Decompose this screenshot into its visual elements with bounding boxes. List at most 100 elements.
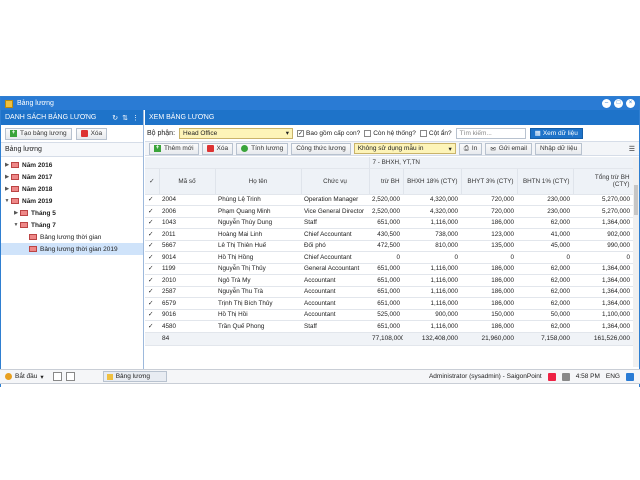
expand-right-icon[interactable]: ▶	[3, 174, 11, 180]
language-indicator[interactable]: ENG	[606, 373, 620, 380]
start-icon	[5, 373, 12, 380]
tree-item[interactable]: ▶ Tháng 5	[1, 207, 143, 219]
row-checkbox[interactable]: ✓	[145, 309, 159, 321]
include-sub-checkbox[interactable]: ✓ Bao gồm cấp con?	[297, 129, 361, 137]
create-payroll-button[interactable]: + Tạo bảng lương	[5, 127, 72, 140]
view-data-button[interactable]: ▦ Xem dữ liệu	[529, 127, 583, 139]
add-new-button[interactable]: + Thêm mới	[149, 142, 199, 155]
row-checkbox[interactable]: ✓	[145, 274, 159, 287]
delete-payroll-button[interactable]: Xóa	[75, 127, 108, 140]
print-button[interactable]: ⎙ In	[458, 142, 483, 155]
row-checkbox[interactable]: ✓	[145, 194, 159, 206]
table-row[interactable]: ✓ 1199 Nguyễn Thị Thủy General Accountant 65…	[145, 263, 634, 275]
table-row[interactable]: ✓ 9016 Hồ Thị Hồi Accountant 525,000 900,000 1…	[145, 309, 634, 321]
table-row[interactable]: ✓ 2587 Nguyễn Thu Trà Accountant 651,000 1,11…	[145, 286, 634, 298]
column-header[interactable]: Tổng trừ BH (CTY)	[573, 168, 634, 195]
column-header[interactable]: BHXH 18% (CTY)	[403, 168, 462, 195]
column-header[interactable]: trừ BH	[369, 168, 404, 195]
cell-bh: 651,000	[369, 217, 403, 229]
cell-bhyt: 0	[461, 251, 517, 264]
cell-bh: 651,000	[369, 263, 403, 275]
notification-icon[interactable]	[547, 372, 556, 381]
row-checkbox[interactable]: ✓	[145, 320, 159, 333]
tree-item[interactable]: ▼ Tháng 7	[1, 219, 143, 231]
cell-name: Hoàng Mai Linh	[215, 228, 301, 241]
scroll-thumb[interactable]	[634, 185, 638, 215]
folder-icon	[11, 162, 19, 168]
cell-bhyt: 186,000	[461, 274, 517, 287]
row-checkbox[interactable]: ✓	[145, 205, 159, 218]
expand-down-icon[interactable]: ▼	[3, 198, 11, 204]
expand-down-icon[interactable]: ▼	[12, 222, 20, 228]
expand-right-icon[interactable]: ▶	[3, 186, 11, 192]
select-all-checkbox[interactable]: ✓	[145, 168, 160, 195]
table-row[interactable]: ✓ 5667 Lê Thị Thiên Huế Đối phó 472,500 810,0…	[145, 240, 634, 252]
task-payroll[interactable]: Bảng lương	[102, 371, 167, 382]
sort-icon[interactable]: ⇅	[122, 114, 128, 122]
start-button[interactable]: Bắt đầu ▾	[0, 373, 49, 381]
cell-bhtn: 62,000	[517, 274, 573, 287]
row-checkbox[interactable]: ✓	[145, 217, 159, 229]
tree-item[interactable]: Bảng lương thời gian	[1, 231, 143, 243]
vertical-scrollbar[interactable]	[633, 157, 639, 367]
calculate-salary-button[interactable]: Tính lương	[236, 142, 289, 155]
row-checkbox[interactable]: ✓	[145, 228, 159, 241]
printer-icon: ⎙	[463, 144, 469, 152]
more-icon[interactable]: ⋮	[132, 114, 139, 122]
tree-item[interactable]: Bảng lương thời gian 2019	[1, 243, 143, 255]
cell-name: Trần Quế Phong	[215, 320, 301, 333]
hidden-columns-checkbox[interactable]: Cột ẩn?	[419, 129, 452, 137]
summary-spacer	[301, 332, 369, 346]
tree-item[interactable]: ▶ Năm 2018	[1, 183, 143, 195]
row-checkbox[interactable]: ✓	[145, 263, 159, 275]
window-icon[interactable]	[65, 372, 75, 381]
table-row[interactable]: ✓ 2010 Ngô Trà My Accountant 651,000 1,116,00…	[145, 274, 634, 287]
tree-item[interactable]: ▼ Năm 2019	[1, 195, 143, 207]
expand-right-icon[interactable]: ▶	[3, 162, 11, 168]
cell-bhtn: 50,000	[517, 309, 573, 321]
table-row[interactable]: ✓ 1043 Nguyễn Thùy Dung Staff 651,000 1,116,0…	[145, 217, 634, 229]
table-row[interactable]: ✓ 6579 Trịnh Thị Bích Thủy Accountant 651,00…	[145, 297, 634, 310]
cell-bhtn: 62,000	[517, 297, 573, 310]
table-row[interactable]: ✓ 2006 Phạm Quang Minh Vice General Directo…	[145, 205, 634, 218]
cell-bhxh: 0	[403, 251, 461, 264]
column-header[interactable]: Họ tên	[215, 168, 302, 195]
table-row[interactable]: ✓ 9014 Hồ Thị Hồng Chief Accountant 0 0 0 0 0	[145, 251, 634, 264]
panel-header: DANH SÁCH BẢNG LƯƠNG ↻ ⇅ ⋮	[1, 110, 143, 125]
active-checkbox[interactable]: Còn hệ thống?	[364, 129, 416, 137]
column-header[interactable]: BHTN 1% (CTY)	[517, 168, 574, 195]
table-row[interactable]: ✓ 2004 Phùng Lệ Trinh Operation Manager 2,52…	[145, 194, 634, 206]
speaker-icon[interactable]	[561, 372, 570, 381]
column-header[interactable]: Chức vụ	[301, 168, 370, 195]
column-header[interactable]: BHYT 3% (CTY)	[461, 168, 518, 195]
table-row[interactable]: ✓ 4580 Trần Quế Phong Staff 651,000 1,116,000…	[145, 320, 634, 333]
department-select[interactable]: Head Office ▾	[179, 127, 294, 139]
tree-item[interactable]: ▶ Năm 2016	[1, 159, 143, 171]
table-row[interactable]: ✓ 2011 Hoàng Mai Linh Chief Accountant 430,5…	[145, 228, 634, 241]
delete-button[interactable]: Xóa	[201, 142, 234, 155]
include-sub-label: Bao gồm cấp con?	[306, 129, 361, 137]
import-data-button[interactable]: Nhập dữ liệu	[534, 142, 583, 155]
search-input[interactable]: Tìm kiếm...	[455, 127, 526, 139]
salary-formula-button[interactable]: Công thức lương	[291, 142, 351, 155]
row-checkbox[interactable]: ✓	[145, 286, 159, 298]
close-icon[interactable]: ×	[626, 99, 635, 108]
row-checkbox[interactable]: ✓	[145, 240, 159, 252]
minimize-icon[interactable]: –	[602, 99, 611, 108]
print-template-select[interactable]: Không sử dụng mẫu in ▾	[353, 143, 456, 154]
folder-icon	[29, 246, 37, 252]
desktop-icon[interactable]	[626, 372, 634, 381]
row-checkbox[interactable]: ✓	[145, 251, 159, 264]
tree-item[interactable]: ▶ Năm 2017	[1, 171, 143, 183]
cell-code: 2010	[159, 274, 215, 287]
maximize-icon[interactable]: □	[614, 99, 623, 108]
column-header[interactable]: Mã số	[159, 168, 216, 195]
menu-icon[interactable]: ☰	[629, 145, 635, 153]
refresh-icon[interactable]: ↻	[112, 114, 118, 122]
expand-right-icon[interactable]: ▶	[12, 210, 20, 216]
clock: 4:58 PM	[575, 373, 600, 380]
window-icon[interactable]	[52, 372, 62, 381]
cell-name: Hồ Thị Hồi	[215, 309, 301, 321]
send-email-button[interactable]: ✉ Gửi email	[485, 142, 532, 155]
row-checkbox[interactable]: ✓	[145, 297, 159, 310]
